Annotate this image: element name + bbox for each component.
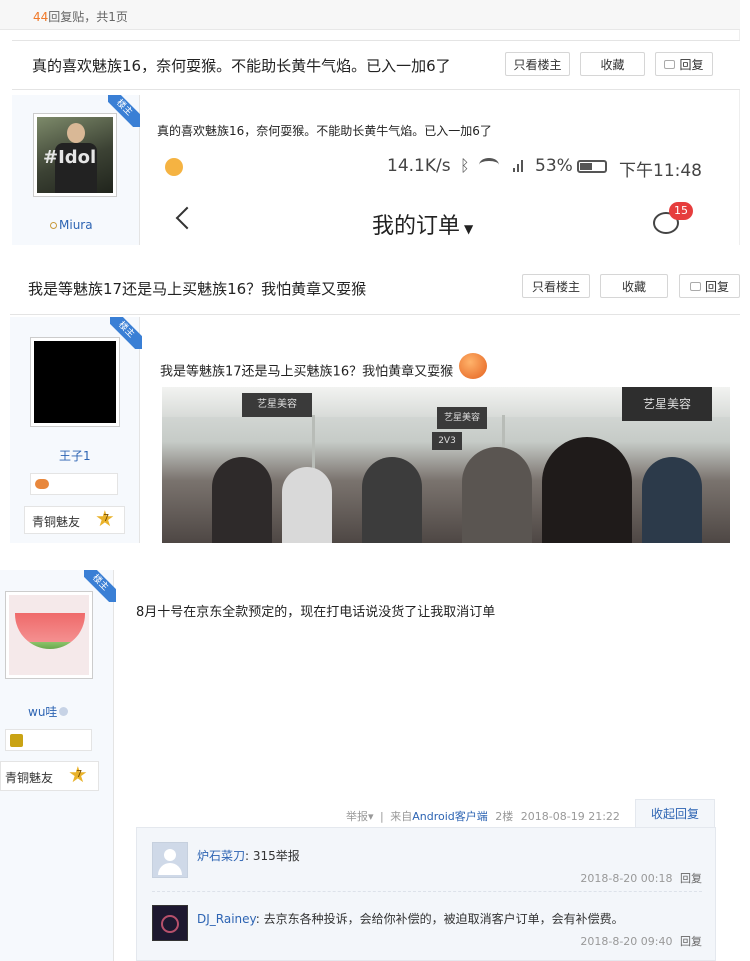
gamepad-icon: [35, 479, 49, 489]
comment-icon: [664, 59, 676, 69]
rank-label: 青铜魅友: [32, 515, 81, 529]
post-body: 我是等魅族17还是马上买魅族16？我怕黄章又耍猴: [160, 353, 488, 385]
reply-button[interactable]: 回复: [655, 52, 713, 76]
only-op-button[interactable]: 只看楼主: [522, 274, 590, 298]
reply-avatar[interactable]: [152, 842, 188, 878]
rank-label: 青铜魅友: [5, 771, 54, 785]
favorite-button[interactable]: 收藏: [580, 52, 645, 76]
collapse-replies-button[interactable]: 收起回复: [635, 799, 715, 827]
username[interactable]: wu哇: [28, 703, 69, 720]
section1-screenshot: 44回复贴，共1页 真的喜欢魅族16，奈何耍猴。不能助长黄牛气焰。已入一加6了 …: [0, 0, 740, 245]
app-icon: [165, 158, 183, 176]
avatar-text: #Idol: [43, 147, 97, 168]
only-op-button[interactable]: 只看楼主: [505, 52, 570, 76]
avatar[interactable]: [30, 337, 120, 427]
section2-screenshot: 我是等魅族17还是马上买魅族16？我怕黄章又耍猴 只看楼主 收藏 回复 楼主 王…: [0, 265, 740, 543]
reply-text: : 去京东各种投诉，会给你补偿的，被迫取消客户订单，会有补偿费。: [255, 912, 624, 926]
thread-title: 真的喜欢魅族16，奈何耍猴。不能助长黄牛气焰。已入一加6了: [32, 57, 451, 75]
reply-item: 炉石菜刀: 315举报 2018-8-20 00:18 回复: [152, 842, 702, 892]
battery-percent: 53%: [535, 156, 573, 176]
message-badge: 15: [669, 202, 693, 220]
ad-sign: 艺星美容: [622, 387, 712, 421]
comment-icon: [689, 281, 701, 291]
verified-icon: [59, 707, 69, 716]
ad-sign: 艺星美容: [242, 393, 312, 417]
post-datetime: 2018-08-19 21:22: [520, 810, 620, 823]
caret-down-icon: ▼: [464, 222, 474, 236]
post-body: 8月十号在京东全款预定的，现在打电话说没货了让我取消订单: [136, 605, 496, 620]
signal-icon: [513, 158, 527, 172]
post-footer: 举报▾ | 来自Android客户端 2楼 2018-08-19 21:22: [346, 810, 620, 823]
reply-item: DJ_Rainey: 去京东各种投诉，会给你补偿的，被迫取消客户订单，会有补偿费…: [152, 905, 702, 955]
reply-button-label: 回复: [679, 57, 704, 72]
avatar[interactable]: #Idol: [33, 113, 117, 197]
ad-sign: 2V3: [432, 432, 462, 450]
back-icon[interactable]: [175, 206, 199, 230]
source-prefix: 来自: [390, 810, 413, 823]
medal-box: [5, 729, 92, 751]
ad-sign: 艺星美容: [437, 407, 487, 429]
section3-screenshot: 楼主 wu哇 青铜魅友 ★ 7 8月十号在京东全款预定的，现在打电话说没货了让我…: [0, 545, 740, 961]
report-link[interactable]: 举报▾: [346, 810, 374, 823]
reply-content: DJ_Rainey: 去京东各种投诉，会给你补偿的，被迫取消客户订单，会有补偿费…: [197, 910, 624, 927]
floor-number: 2楼: [495, 810, 514, 823]
thread-title: 我是等魅族17还是马上买魅族16？我怕黄章又耍猴: [28, 280, 367, 298]
medal-box: [30, 473, 118, 495]
favorite-button[interactable]: 收藏: [600, 274, 668, 298]
reply-user[interactable]: 炉石菜刀: [197, 849, 245, 863]
watermelon-image: [15, 613, 85, 649]
level-number: 7: [76, 769, 83, 780]
reply-user[interactable]: DJ_Rainey: [197, 912, 256, 926]
source-link[interactable]: Android客户端: [412, 810, 488, 823]
reply-text: : 315举报: [245, 849, 300, 863]
order-page-title[interactable]: 我的订单 ▼: [372, 208, 473, 240]
bluetooth-icon: ᛒ: [460, 156, 470, 175]
rank-badge: 青铜魅友 ★ 7: [0, 761, 99, 791]
reply-count: 44: [33, 10, 49, 24]
reply-summary-text: 回复贴，共1页: [48, 10, 128, 24]
reply-button[interactable]: 回复: [679, 274, 740, 298]
avatar[interactable]: [5, 591, 93, 679]
username-label: Miura: [59, 218, 93, 232]
reply-meta: 2018-8-20 00:18 回复: [580, 870, 702, 886]
network-speed: 14.1K/s: [387, 156, 451, 176]
level-number: 7: [103, 513, 110, 524]
subway-photo: 艺星美容 艺星美容 2V3 艺星美容: [162, 387, 730, 543]
angry-emoji-icon: [459, 353, 488, 379]
username[interactable]: Miura: [50, 218, 93, 232]
rank-badge: 青铜魅友 ★ 7: [24, 506, 125, 534]
search-user-icon: [50, 222, 57, 229]
battery-icon: [577, 160, 607, 173]
reply-avatar[interactable]: [152, 905, 188, 941]
reply-action[interactable]: 回复: [680, 935, 702, 948]
reply-meta: 2018-8-20 09:40 回复: [580, 933, 702, 949]
reply-content: 炉石菜刀: 315举报: [197, 847, 300, 864]
order-page-title-label: 我的订单: [372, 214, 461, 239]
wifi-icon: [479, 158, 499, 172]
reply-time: 2018-8-20 00:18: [580, 872, 673, 885]
reply-time: 2018-8-20 09:40: [580, 935, 673, 948]
post-body-text: 我是等魅族17还是马上买魅族16？我怕黄章又耍猴: [160, 364, 454, 380]
post-body: 真的喜欢魅族16，奈何耍猴。不能助长黄牛气焰。已入一加6了: [157, 124, 492, 138]
clock: 下午11:48: [619, 161, 702, 181]
medal-icon: [10, 734, 23, 747]
reply-summary: 44回复贴，共1页: [33, 8, 128, 25]
phone-screenshot: 14.1K/s ᛒ 53% 下午11:48 我的订单 ▼ 15: [157, 150, 705, 245]
username-label: wu哇: [28, 705, 58, 719]
reply-action[interactable]: 回复: [680, 872, 702, 885]
username[interactable]: 王子1: [59, 447, 91, 464]
reply-button-label: 回复: [704, 279, 729, 294]
